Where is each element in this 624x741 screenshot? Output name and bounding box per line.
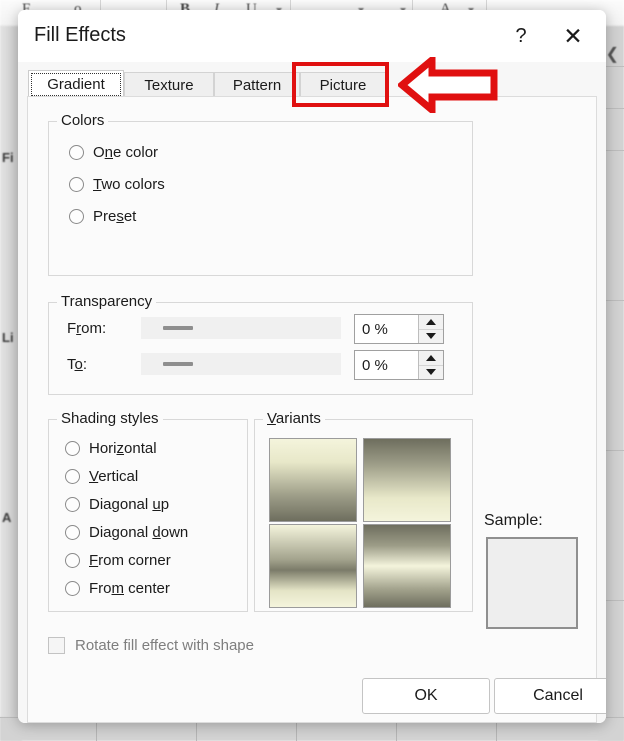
rotate-fill-checkbox[interactable]: Rotate fill effect with shape: [48, 637, 254, 654]
radio-vertical[interactable]: Vertical: [65, 468, 138, 485]
dialog-title: Fill Effects: [34, 24, 126, 47]
cancel-button-label: Cancel: [533, 687, 583, 705]
radio-from-center-label: From center: [89, 580, 170, 597]
tab-gradient[interactable]: Gradient: [28, 70, 124, 98]
ok-button[interactable]: OK: [362, 678, 490, 714]
transparency-legend: Transparency: [57, 293, 156, 310]
variants-legend: Variants: [263, 410, 325, 427]
radio-mark: [65, 469, 80, 484]
slider-thumb: [163, 362, 193, 366]
variant-bottom-left[interactable]: [269, 524, 357, 608]
radio-preset-label: Preset: [93, 208, 136, 225]
sample-preview: [486, 537, 578, 629]
radio-two-colors-label: Two colors: [93, 176, 165, 193]
help-icon[interactable]: ?: [504, 20, 538, 52]
variant-bottom-right[interactable]: [363, 524, 451, 608]
colors-legend: Colors: [57, 112, 108, 129]
rotate-fill-label: Rotate fill effect with shape: [75, 637, 254, 654]
radio-from-corner-label: From corner: [89, 552, 171, 569]
radio-preset[interactable]: Preset: [69, 208, 136, 225]
tab-texture-label: Texture: [144, 77, 193, 94]
variants-group: Variants: [254, 419, 473, 612]
bg-left-glyph: A: [2, 510, 11, 525]
transparency-to-slider[interactable]: [141, 353, 341, 375]
transparency-group: Transparency From: 0 % To: 0: [48, 302, 473, 395]
spinner-up-icon[interactable]: [419, 351, 443, 366]
radio-one-color-label: One color: [93, 144, 158, 161]
shading-styles-legend: Shading styles: [57, 410, 163, 427]
tab-pattern-label: Pattern: [233, 77, 281, 94]
radio-mark: [65, 553, 80, 568]
spinner-arrows[interactable]: [418, 351, 443, 379]
transparency-from-value: 0 %: [355, 321, 388, 338]
radio-mark: [65, 497, 80, 512]
radio-mark: [69, 145, 84, 160]
gradient-panel: Colors One color Two colors Preset Trans…: [27, 96, 597, 723]
radio-horizontal-label: Horizontal: [89, 440, 157, 457]
transparency-to-spinner[interactable]: 0 %: [354, 350, 444, 380]
tab-pattern[interactable]: Pattern: [214, 72, 300, 98]
tab-strip: Gradient Texture Pattern Picture: [18, 62, 606, 98]
transparency-to-value: 0 %: [355, 357, 388, 374]
dialog-titlebar: Fill Effects ? ✕: [18, 10, 606, 62]
bg-left-glyph: Li: [2, 330, 14, 345]
radio-diagonal-up[interactable]: Diagonal up: [65, 496, 169, 513]
spinner-arrows[interactable]: [418, 315, 443, 343]
tab-texture[interactable]: Texture: [124, 72, 214, 98]
transparency-from-spinner[interactable]: 0 %: [354, 314, 444, 344]
colors-group: Colors One color Two colors Preset: [48, 121, 473, 276]
variant-top-left[interactable]: [269, 438, 357, 522]
close-icon[interactable]: ✕: [556, 20, 590, 52]
radio-two-colors[interactable]: Two colors: [69, 176, 165, 193]
transparency-to-label: To:: [67, 356, 87, 373]
spinner-down-icon[interactable]: [419, 366, 443, 380]
radio-from-center[interactable]: From center: [65, 580, 170, 597]
radio-mark: [69, 177, 84, 192]
transparency-from-slider[interactable]: [141, 317, 341, 339]
radio-mark: [65, 581, 80, 596]
ok-button-label: OK: [414, 687, 437, 705]
shading-styles-group: Shading styles Horizontal Vertical Diago…: [48, 419, 248, 612]
radio-mark: [65, 525, 80, 540]
cancel-button[interactable]: Cancel: [494, 678, 606, 714]
sample-label: Sample:: [484, 512, 543, 530]
fill-effects-dialog: Fill Effects ? ✕ Gradient Texture Patter…: [18, 10, 606, 723]
checkbox-mark: [48, 637, 65, 654]
spinner-down-icon[interactable]: [419, 330, 443, 344]
radio-diagonal-down[interactable]: Diagonal down: [65, 524, 188, 541]
radio-mark: [65, 441, 80, 456]
radio-vertical-label: Vertical: [89, 468, 138, 485]
chevron-left-icon: ❮: [606, 44, 619, 64]
focus-ring: [31, 73, 121, 96]
slider-thumb: [163, 326, 193, 330]
tab-picture-label: Picture: [320, 77, 367, 94]
radio-horizontal[interactable]: Horizontal: [65, 440, 157, 457]
radio-diagonal-down-label: Diagonal down: [89, 524, 188, 541]
radio-one-color[interactable]: One color: [69, 144, 158, 161]
bg-left-glyph: Fi: [2, 150, 14, 165]
transparency-from-label: From:: [67, 320, 106, 337]
radio-from-corner[interactable]: From corner: [65, 552, 171, 569]
variant-top-right[interactable]: [363, 438, 451, 522]
spinner-up-icon[interactable]: [419, 315, 443, 330]
radio-mark: [69, 209, 84, 224]
tab-picture[interactable]: Picture: [300, 72, 386, 98]
dialog-body: Gradient Texture Pattern Picture Colors …: [18, 62, 606, 723]
radio-diagonal-up-label: Diagonal up: [89, 496, 169, 513]
